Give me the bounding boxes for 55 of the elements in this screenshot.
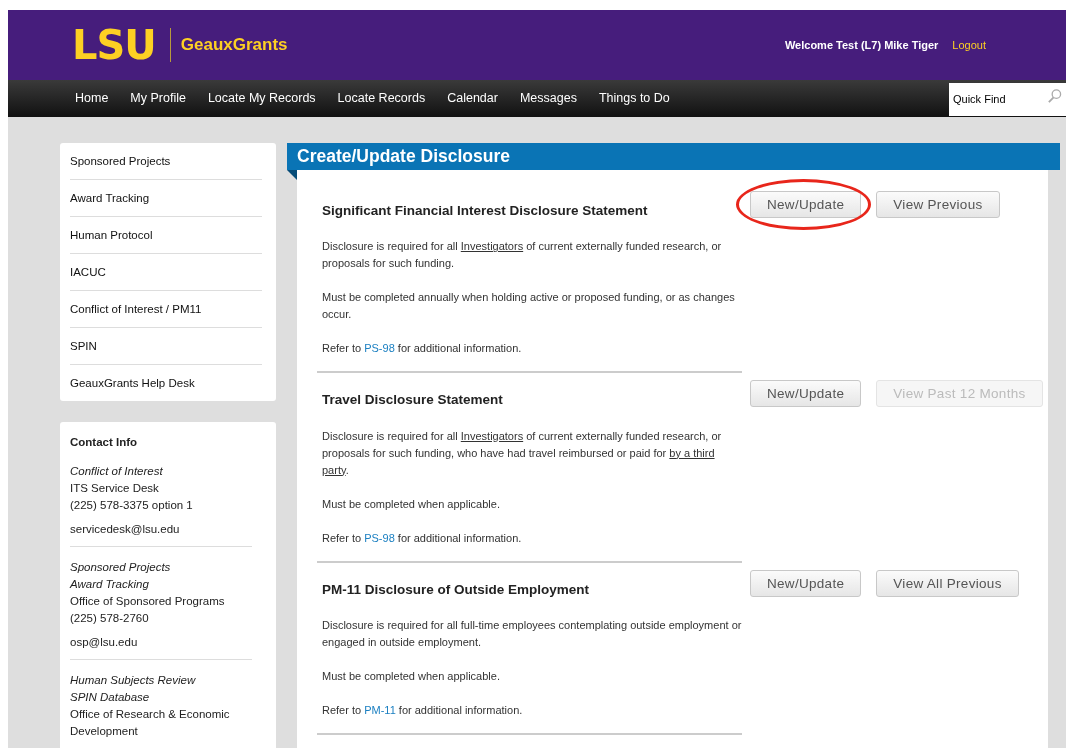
nav-link[interactable]: My Profile — [119, 89, 197, 108]
description-text: Disclosure is required for all full-time employees contemplating outside employment or engaged in outside employment. — [322, 617, 742, 650]
nav-link[interactable]: Messages — [508, 89, 588, 108]
description-text: Disclosure is required for all Investigators of current externally funded research, or proposals for such funding, who have had travel reimbursed or paid for by a third party. — [322, 428, 723, 478]
fold-icon — [287, 170, 297, 180]
description-text: Must be completed annually when holding active or proposed funding, or as changes occur. — [322, 290, 736, 323]
contact-topic: Human Subjects Review — [70, 673, 197, 688]
nav-link[interactable]: Home — [64, 89, 120, 108]
logo[interactable]: LSU — [72, 25, 156, 65]
contact-text: ITS Service Desk — [70, 481, 160, 496]
action-button[interactable]: New/Update — [750, 191, 862, 218]
sidebar-item[interactable]: SPIN — [70, 328, 262, 365]
sidebar-item[interactable]: Human Protocol — [70, 217, 262, 254]
section-title: Travel Disclosure Statement — [322, 391, 504, 410]
contact-topic: SPIN Database — [70, 690, 151, 705]
search-icon[interactable] — [1047, 87, 1062, 104]
description-text: Must be completed when applicable. — [322, 496, 501, 512]
description-text: Must be completed when applicable. — [322, 668, 501, 684]
description-text: Disclosure is required for all Investigators of current externally funded research, or proposals for such funding. — [322, 239, 723, 272]
description-text: Refer to PS-98 for additional information. — [322, 341, 523, 357]
policy-link[interactable]: PS-98 — [364, 342, 395, 355]
sidebar-item[interactable]: IACUC — [70, 254, 262, 291]
nav-link[interactable]: Calendar — [436, 89, 509, 108]
contact-text: Office of Sponsored Programs — [70, 594, 226, 609]
description-text: Refer to PS-98 for additional information. — [322, 530, 523, 546]
section-title: PM-11 Disclosure of Outside Employment — [322, 580, 591, 599]
contact-topic: Award Tracking — [70, 577, 150, 592]
sidebar-item[interactable]: Sponsored Projects — [70, 143, 262, 180]
welcome-text: Welcome Test (L7) Mike Tiger — [784, 37, 939, 53]
policy-link[interactable]: PS-98 — [364, 531, 395, 544]
description-text: Refer to PM-11 for additional information. — [322, 702, 524, 718]
contact-title: Contact Info — [70, 435, 139, 450]
action-button[interactable]: New/Update — [750, 569, 862, 597]
contact-email: osp@lsu.edu — [70, 635, 139, 650]
action-button[interactable]: View All Previous — [876, 569, 1019, 597]
action-button[interactable]: View Previous — [876, 191, 1000, 218]
nav-link[interactable]: Things to Do — [587, 89, 681, 108]
contact-topic: Sponsored Projects — [70, 560, 172, 575]
panel-title: Create/Update Disclosure — [297, 146, 510, 166]
search-box[interactable]: Quick Find — [949, 83, 1066, 116]
contact-text: Office of Research & Economic Development — [70, 707, 231, 739]
policy-link[interactable]: PM-11 — [364, 703, 396, 716]
section-title: Significant Financial Interest Disclosure Statement — [322, 202, 649, 220]
sidebar-item[interactable]: Conflict of Interest / PM11 — [70, 291, 262, 328]
app-title: GeauxGrants — [180, 34, 288, 57]
action-button[interactable]: New/Update — [750, 380, 862, 408]
sidebar-item[interactable]: GeauxGrants Help Desk — [70, 365, 262, 401]
contact-text: (225) 578-2760 — [70, 611, 150, 626]
logout-link[interactable]: Logout — [952, 36, 986, 54]
contact-topic: Conflict of Interest — [70, 464, 164, 479]
contact-text: (225) 578-3375 option 1 — [70, 498, 194, 513]
nav-link[interactable]: Locate Records — [326, 89, 437, 108]
contact-email: servicedesk@lsu.edu — [70, 522, 181, 537]
sidebar-item[interactable]: Award Tracking — [70, 180, 262, 217]
nav-link[interactable]: Locate My Records — [196, 89, 327, 108]
